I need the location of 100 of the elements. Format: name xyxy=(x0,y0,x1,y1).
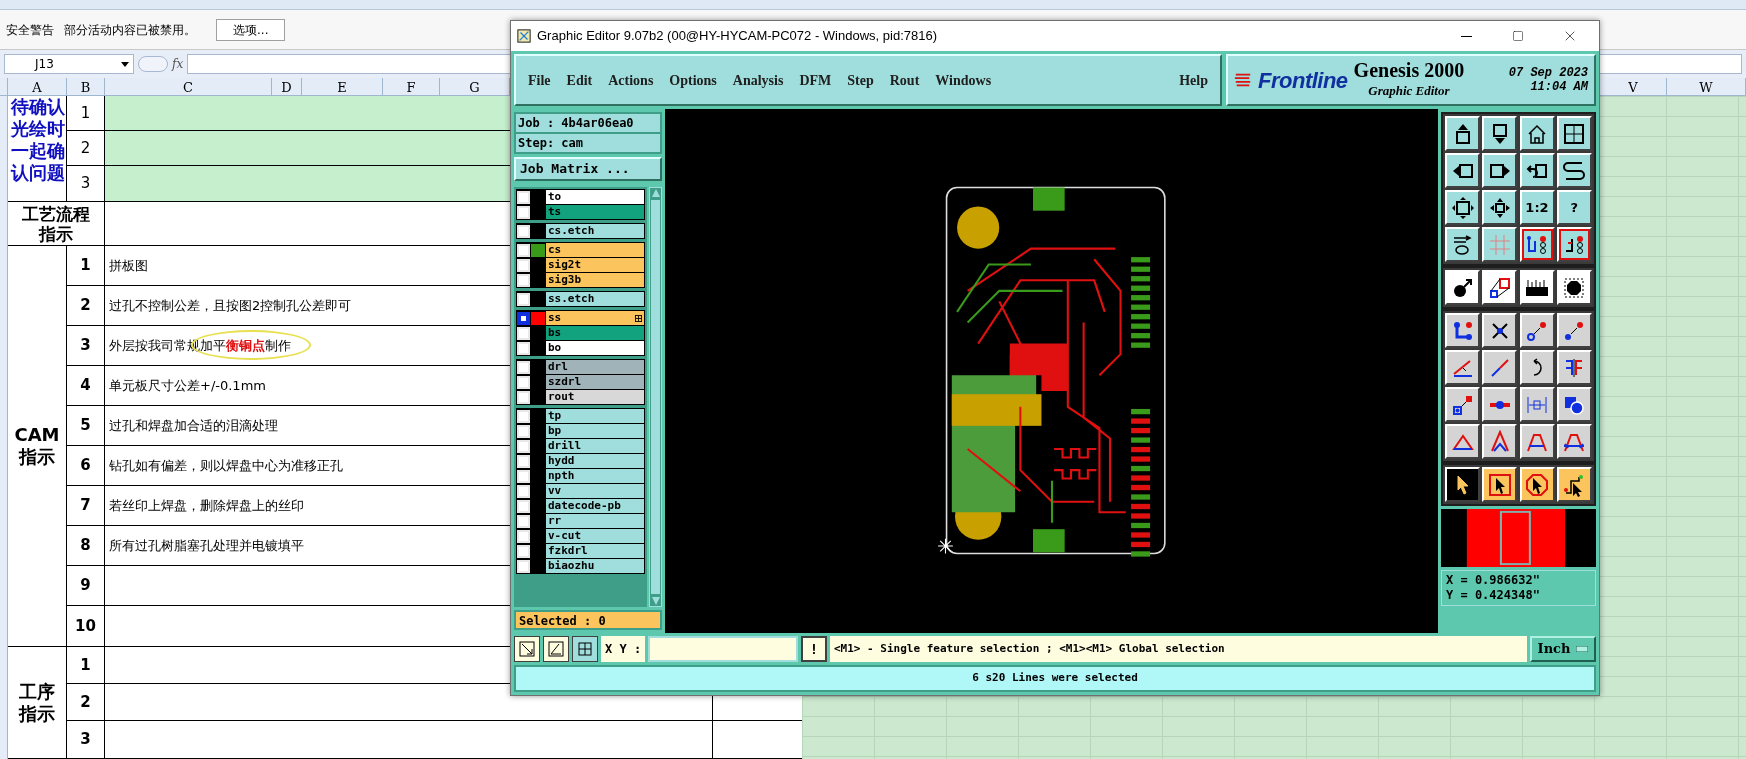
tool-button[interactable] xyxy=(1445,153,1480,188)
column-header[interactable]: C xyxy=(105,78,272,95)
tool-button[interactable] xyxy=(1556,116,1592,151)
column-header[interactable]: A xyxy=(8,78,67,95)
tool-button[interactable] xyxy=(1556,270,1592,305)
row-number: 3 xyxy=(67,721,105,758)
tool-button[interactable] xyxy=(1482,227,1518,262)
layer-item[interactable]: ss xyxy=(546,311,644,325)
tool-button[interactable] xyxy=(1482,270,1518,305)
menu-item[interactable]: DFM xyxy=(799,69,832,91)
menu-item[interactable]: Windows xyxy=(935,69,992,91)
layer-item[interactable]: cs xyxy=(546,243,644,257)
units-dropdown[interactable]: Inch xyxy=(1530,636,1596,662)
grid-view-button[interactable] xyxy=(572,636,598,662)
layer-item[interactable]: npth xyxy=(546,469,644,483)
tool-button[interactable] xyxy=(1445,387,1480,422)
layer-item[interactable]: ss.etch xyxy=(546,292,644,306)
window-grid-icon xyxy=(1562,121,1587,146)
layer-item[interactable]: tp xyxy=(546,409,644,423)
tool-button[interactable] xyxy=(1519,387,1555,422)
tool-button[interactable] xyxy=(1519,116,1555,151)
layer-item[interactable]: bp xyxy=(546,424,644,438)
tool-button[interactable] xyxy=(1556,387,1592,422)
tool-button[interactable] xyxy=(1519,270,1555,305)
layer-item[interactable]: rr xyxy=(546,514,644,528)
layer-item[interactable]: v-cut xyxy=(546,529,644,543)
tool-button[interactable] xyxy=(1556,467,1592,502)
tool-button[interactable] xyxy=(1482,116,1518,151)
dropdown-caret-icon[interactable] xyxy=(121,61,129,67)
row-number: 2 xyxy=(67,286,105,325)
tool-button[interactable] xyxy=(1445,116,1480,151)
layer-item[interactable]: datecode-pb xyxy=(546,499,644,513)
layer-item[interactable]: bo xyxy=(546,341,644,355)
layer-item[interactable]: drill xyxy=(546,439,644,453)
layer-item[interactable]: sig3b xyxy=(546,273,644,287)
tool-button[interactable] xyxy=(1519,424,1555,459)
tool-button[interactable]: 1:2 xyxy=(1519,190,1555,225)
tool-button[interactable] xyxy=(1445,227,1480,262)
tool-button[interactable] xyxy=(1482,313,1518,348)
options-button[interactable]: 选项... xyxy=(216,18,286,41)
layer-item[interactable]: sig2t xyxy=(546,258,644,272)
tool-button[interactable] xyxy=(1519,227,1555,262)
tool-button[interactable] xyxy=(1445,424,1480,459)
tool-button[interactable] xyxy=(1482,387,1518,422)
angle-measure-button[interactable] xyxy=(543,636,569,662)
tool-button[interactable] xyxy=(1482,350,1518,385)
layer-item[interactable]: szdrl xyxy=(546,375,644,389)
column-header[interactable]: E xyxy=(302,78,383,95)
layer-item[interactable]: vv xyxy=(546,484,644,498)
tool-button[interactable]: ? xyxy=(1556,190,1592,225)
job-matrix-button[interactable]: Job Matrix ... xyxy=(514,157,662,181)
formula-zoom-handle[interactable] xyxy=(138,56,168,72)
menu-item[interactable]: Analysis xyxy=(732,69,784,91)
alert-button[interactable]: ! xyxy=(801,636,827,662)
menu-item[interactable]: File xyxy=(528,69,551,91)
tool-button[interactable] xyxy=(1556,313,1592,348)
menu-item[interactable]: Rout xyxy=(889,69,920,91)
layer-item[interactable]: drl xyxy=(546,360,644,374)
function-label[interactable]: fx xyxy=(172,55,184,73)
tool-button[interactable] xyxy=(1556,153,1592,188)
minimap-drawing[interactable] xyxy=(1441,509,1596,567)
layer-item[interactable]: hydd xyxy=(546,454,644,468)
tool-button[interactable] xyxy=(1519,153,1555,188)
layer-checkbox[interactable] xyxy=(517,311,530,325)
layer-item[interactable]: to xyxy=(546,190,644,204)
layer-item[interactable]: fzkdrl xyxy=(546,544,644,558)
layer-item[interactable]: cs.etch xyxy=(546,224,644,238)
tool-button[interactable] xyxy=(1482,153,1518,188)
layer-item[interactable]: ts xyxy=(546,205,644,219)
tool-button[interactable] xyxy=(1556,227,1592,262)
zoom-box-button[interactable] xyxy=(514,636,540,662)
column-header[interactable]: W xyxy=(1667,78,1746,95)
xy-input[interactable] xyxy=(648,636,798,662)
tool-button[interactable] xyxy=(1519,467,1555,502)
name-box[interactable]: J13 xyxy=(4,54,134,74)
tool-button[interactable] xyxy=(1482,190,1518,225)
tool-button[interactable] xyxy=(1445,350,1480,385)
menu-item[interactable]: Step xyxy=(847,69,874,91)
layer-item[interactable]: bs xyxy=(546,326,644,340)
tool-button[interactable] xyxy=(1445,313,1480,348)
column-header[interactable]: D xyxy=(272,78,302,95)
tool-button[interactable] xyxy=(1556,424,1592,459)
tool-button[interactable] xyxy=(1445,190,1480,225)
layer-item[interactable]: rout xyxy=(546,390,644,404)
menu-item[interactable]: Options xyxy=(669,69,717,91)
tool-button[interactable] xyxy=(1519,350,1555,385)
tool-button[interactable] xyxy=(1482,424,1518,459)
column-header[interactable]: B xyxy=(67,78,105,95)
graphics-canvas[interactable] xyxy=(665,109,1438,633)
layer-item[interactable]: biaozhu xyxy=(546,559,644,573)
menu-item[interactable]: Edit xyxy=(566,69,593,91)
fit-arrows-icon xyxy=(1450,195,1475,220)
tool-button[interactable] xyxy=(1445,467,1480,502)
tool-button[interactable] xyxy=(1556,350,1592,385)
menu-item[interactable]: Actions xyxy=(608,69,654,91)
tool-button[interactable] xyxy=(1519,313,1555,348)
tool-button[interactable] xyxy=(1445,270,1480,305)
tool-button[interactable] xyxy=(1482,467,1518,502)
column-header[interactable]: F xyxy=(383,78,440,95)
help-menu[interactable]: Help xyxy=(1179,69,1208,91)
